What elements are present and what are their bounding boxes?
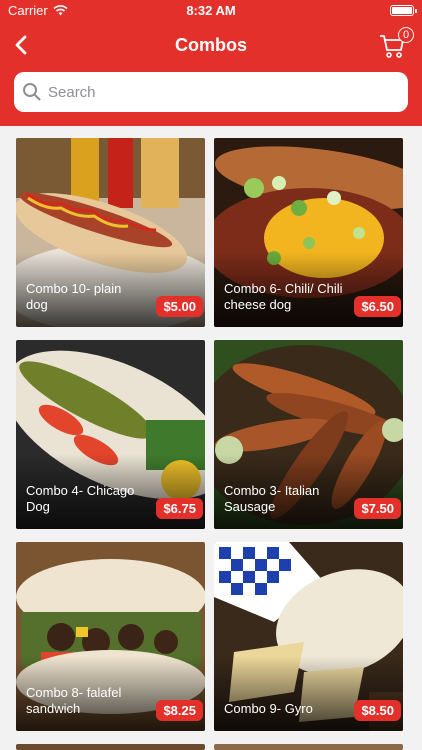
combo-name: Combo 6- Chili/ Chili cheese dog <box>224 281 343 312</box>
status-bar: Carrier 8:32 AM <box>0 0 422 22</box>
header: Carrier 8:32 AM Combos 0 <box>0 0 422 126</box>
combo-card-2[interactable]: Combo 6- Chili/ Chili cheese dog $6.50 <box>214 138 403 327</box>
combo-card-5[interactable]: Combo 8- falafel sandwich $8.25 <box>16 542 205 731</box>
combo-card-6[interactable]: Combo 9- Gyro $8.50 <box>214 542 403 731</box>
nav-bar: Combos 0 <box>0 27 422 64</box>
combo-card-4[interactable]: Combo 3- Italian Sausage $7.50 <box>214 340 403 529</box>
battery-icon <box>390 5 417 16</box>
cart-button[interactable]: 0 <box>378 27 414 60</box>
combo-card-7-partial[interactable] <box>16 744 205 750</box>
combo-name: Combo 3- Italian Sausage <box>224 483 320 514</box>
price-badge: $8.50 <box>354 700 401 721</box>
combo-grid: Combo 10- plain dog $5.00 Combo 6- Chili… <box>0 126 422 750</box>
price-badge: $5.00 <box>156 296 203 317</box>
price-badge: $6.50 <box>354 296 401 317</box>
cart-count-badge: 0 <box>398 27 414 43</box>
combo-card-8-partial[interactable] <box>214 744 403 750</box>
combo-name: Combo 9- Gyro <box>224 701 313 716</box>
combo-card-3[interactable]: Combo 4- Chicago Dog $6.75 <box>16 340 205 529</box>
search-bar[interactable] <box>14 72 408 112</box>
page-title: Combos <box>175 35 247 55</box>
combo-name: Combo 8- falafel sandwich <box>26 685 122 716</box>
combo-card-1[interactable]: Combo 10- plain dog $5.00 <box>16 138 205 327</box>
combo-name: Combo 10- plain dog <box>26 281 122 312</box>
search-input[interactable] <box>48 83 378 101</box>
price-badge: $7.50 <box>354 498 401 519</box>
search-icon <box>23 83 41 101</box>
clock: 8:32 AM <box>186 3 236 18</box>
price-badge: $8.25 <box>156 700 203 721</box>
combo-name: Combo 4- Chicago Dog <box>26 483 135 514</box>
price-badge: $6.75 <box>156 498 203 519</box>
